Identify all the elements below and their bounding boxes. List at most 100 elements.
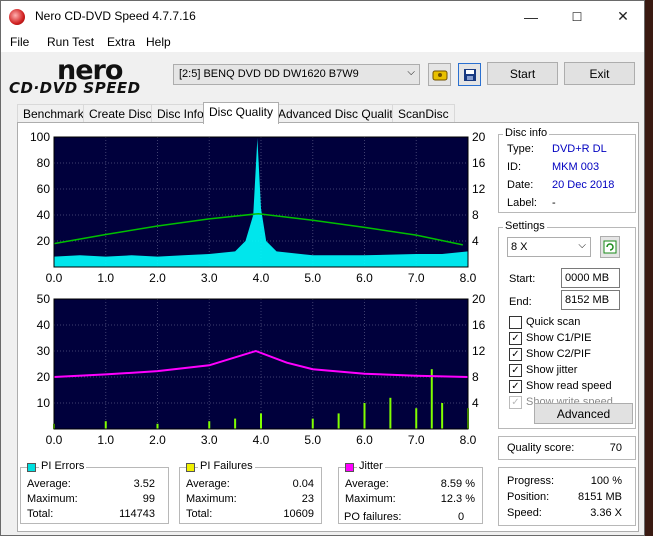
tab-disc-info[interactable]: Disc Info [151, 104, 210, 123]
tab-disc-quality[interactable]: Disc Quality [203, 102, 280, 124]
disc-info-title: Disc info [503, 127, 550, 139]
start-button[interactable]: Start [487, 62, 558, 85]
start-input[interactable]: 0000 MB [561, 268, 620, 288]
tab-benchmark[interactable]: Benchmark [17, 104, 90, 123]
pi-errors-chart: 0.0 1.0 2.0 3.0 4.0 5.0 6.0 7.0 8.0 100 80 60 40 20 20… [30, 131, 486, 285]
x-tick-label: 3.0 [201, 271, 218, 285]
title-bar: Nero CD-DVD Speed 4.7.7.16 — ☐ ✕ [1, 1, 644, 32]
pi-failures-total-label: Total: [186, 508, 213, 520]
pi-failures-max-value: 23 [301, 493, 314, 505]
pi-errors-title: PI Errors [39, 460, 87, 472]
pi-errors-max-label: Maximum: [27, 493, 78, 505]
y-left-tick-label: 20 [37, 234, 51, 248]
disc-type-value: DVD+R DL [552, 143, 607, 155]
y-left-tick-label: 10 [37, 396, 51, 410]
y-right-tick-label: 16 [472, 156, 486, 170]
y-left-tick-label: 100 [30, 131, 50, 144]
menu-help[interactable]: Help [146, 35, 171, 49]
jitter-max-value: 12.3 % [440, 493, 475, 505]
disc-quality-panel: 0.0 1.0 2.0 3.0 4.0 5.0 6.0 7.0 8.0 100 80 60 40 20 20… [17, 122, 639, 532]
speed-select[interactable]: 8 X ⌵ [507, 237, 591, 257]
refresh-speed-button[interactable] [600, 236, 620, 258]
jitter-title: Jitter [357, 460, 385, 472]
menu-extra[interactable]: Extra [107, 35, 135, 49]
progress-group: Progress: 100 % Position: 8151 MB Speed:… [498, 467, 636, 526]
plot-area [54, 299, 468, 429]
end-label: End: [509, 296, 532, 308]
y-right-tick-label: 8 [472, 370, 479, 384]
y-right-tick-label: 4 [472, 234, 479, 248]
advanced-button[interactable]: Advanced [534, 403, 633, 424]
checkbox-1[interactable]: ✓ [509, 332, 522, 345]
menu-bar: File Run Test Extra Help [1, 32, 644, 52]
app-window: Nero CD-DVD Speed 4.7.7.16 — ☐ ✕ File Ru… [0, 0, 645, 536]
tab-advanced-disc-quality[interactable]: Advanced Disc Quality [272, 104, 405, 123]
close-button[interactable]: ✕ [600, 1, 646, 32]
y-right-tick-label: 12 [472, 344, 486, 358]
checkbox-0[interactable] [509, 316, 522, 329]
save-button[interactable] [458, 63, 481, 86]
pi-failures-total-value: 10609 [283, 508, 314, 520]
x-tick-label: 6.0 [356, 271, 373, 285]
disc-info-group: Disc info Type: DVD+R DL ID: MKM 003 Dat… [498, 127, 636, 213]
jitter-max-label: Maximum: [345, 493, 396, 505]
checkbox-label-1: Show C1/PIE [526, 332, 592, 344]
x-tick-label: 5.0 [304, 433, 321, 447]
menu-file[interactable]: File [10, 35, 29, 49]
maximize-button[interactable]: ☐ [554, 1, 600, 32]
start-label: Start: [509, 273, 536, 285]
pi-failures-avg-label: Average: [186, 478, 230, 490]
eject-button[interactable] [428, 63, 451, 86]
logo-speed-text: CD·DVD SPEED [9, 79, 141, 97]
x-tick-label: 5.0 [304, 271, 321, 285]
x-tick-label: 0.0 [46, 433, 63, 447]
checkbox-label-0: Quick scan [526, 316, 581, 328]
pi-errors-total-value: 114743 [119, 508, 155, 520]
y-right-tick-label: 20 [472, 131, 486, 144]
y-right-tick-label: 4 [472, 396, 479, 410]
position-value: 8151 MB [577, 491, 622, 503]
chevron-down-icon: ⌵ [578, 240, 586, 251]
disc-date-value: 20 Dec 2018 [552, 179, 615, 191]
pi-failures-avg-value: 0.04 [292, 478, 314, 490]
disc-type-label: Type: [507, 143, 534, 155]
minimize-button[interactable]: — [508, 1, 554, 32]
nero-logo: nero CD·DVD SPEED [9, 55, 169, 97]
pi-failures-swatch [186, 463, 195, 472]
disc-date-label: Date: [507, 179, 534, 191]
pi-failures-stats: PI Failures Average: 0.04 Maximum: 23 To… [179, 460, 322, 524]
pi-failures-max-label: Maximum: [186, 493, 237, 505]
settings-title: Settings [503, 220, 547, 232]
y-left-tick-label: 20 [37, 370, 51, 384]
tab-create-disc[interactable]: Create Disc [83, 104, 158, 123]
quality-score-label: Quality score: [507, 442, 575, 454]
checkbox-2[interactable]: ✓ [509, 348, 522, 361]
speed-select-value: 8 X [511, 241, 528, 253]
nero-app-icon [9, 9, 25, 25]
checkbox-4[interactable]: ✓ [509, 380, 522, 393]
x-tick-label: 4.0 [253, 433, 270, 447]
end-input[interactable]: 8152 MB [561, 290, 620, 310]
y-left-tick-label: 50 [37, 293, 51, 306]
checkbox-3[interactable]: ✓ [509, 364, 522, 377]
quality-score-group: Quality score: 70 [498, 436, 636, 460]
pi-errors-avg-value: 3.52 [133, 478, 155, 490]
drive-select-value: [2:5] BENQ DVD DD DW1620 B7W9 [179, 68, 359, 80]
po-failures-label: PO failures: [344, 511, 402, 523]
x-tick-label: 6.0 [356, 433, 373, 447]
drive-select[interactable]: [2:5] BENQ DVD DD DW1620 B7W9 ⌵ [173, 64, 420, 85]
x-tick-label: 4.0 [253, 271, 270, 285]
x-tick-label: 7.0 [408, 271, 425, 285]
y-right-tick-label: 16 [472, 318, 486, 332]
disc-id-label: ID: [507, 161, 522, 173]
exit-button[interactable]: Exit [564, 62, 635, 85]
checkbox-label-3: Show jitter [526, 364, 578, 376]
jitter-swatch [345, 463, 354, 472]
y-left-tick-label: 60 [37, 182, 51, 196]
menu-run-test[interactable]: Run Test [47, 35, 94, 49]
x-tick-label: 2.0 [149, 271, 166, 285]
x-tick-label: 1.0 [97, 271, 114, 285]
tab-scandisc[interactable]: ScanDisc [392, 104, 455, 123]
pi-errors-swatch [27, 463, 36, 472]
x-tick-label: 3.0 [201, 433, 218, 447]
